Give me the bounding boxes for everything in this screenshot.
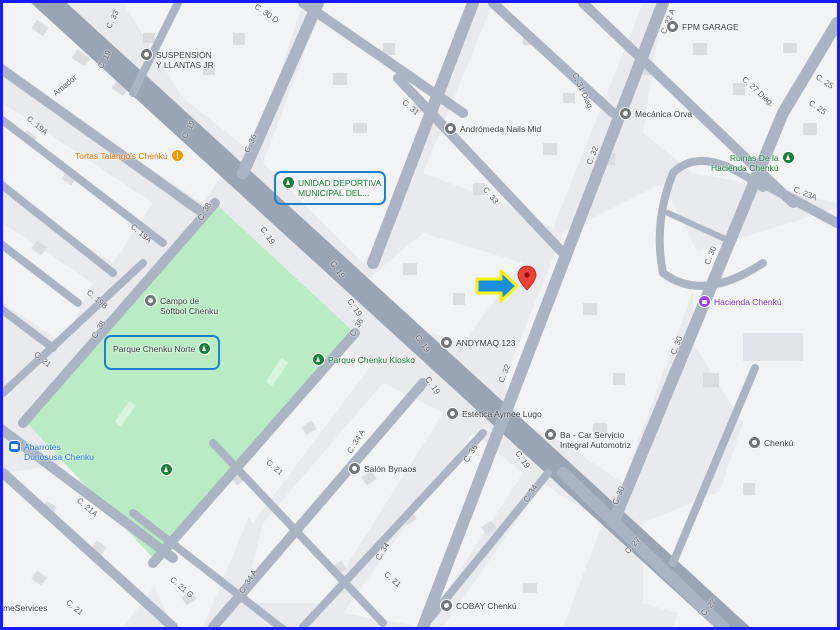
pin-icon (545, 429, 556, 440)
poi-label: ANDYMAQ 123 (456, 338, 516, 348)
poi-andromeda-nails[interactable]: Andrómeda Nails Mid (445, 123, 542, 134)
poi-ba-car-servicio[interactable]: Ba - Car Servicio Integral Automotriz (545, 429, 631, 450)
pin-icon (145, 295, 156, 306)
pin-icon (349, 463, 360, 474)
poi-services[interactable]: meServices (3, 603, 47, 613)
poi-abarrotes-dunosusa[interactable]: Abarrotes Dunosusa Chenku (9, 441, 94, 462)
hotel-icon (699, 296, 710, 307)
poi-label: COBAY Chenkú (456, 601, 517, 611)
poi-label: Mecánica Orva (635, 109, 693, 119)
poi-park-marker[interactable] (161, 464, 172, 475)
pin-icon (445, 123, 456, 134)
poi-label: meServices (3, 603, 48, 613)
park-icon (313, 354, 324, 365)
poi-label: Estética Aymee Lugo (462, 409, 542, 419)
map-frame[interactable]: C. 19 C. 19 C. 19 C. 19 C. 19 C. 19 C. 1… (0, 0, 840, 630)
poi-parque-chenku-kiosko[interactable]: Parque Chenku Kiosko (313, 354, 415, 365)
poi-campo-softbol[interactable]: Campo de Softbol Chenku (145, 295, 219, 316)
restaurant-icon (171, 150, 183, 161)
poi-cobay-chenku[interactable]: COBAY Chenkú (441, 600, 517, 611)
poi-label: Campo de Softbol Chenku (160, 296, 219, 316)
poi-label: FPM GARAGE (682, 22, 739, 32)
poi-andymaq[interactable]: ANDYMAQ 123 (441, 337, 516, 348)
pin-icon (447, 408, 458, 419)
poi-label: Ruinas De la Hacienda Chenkú (711, 153, 779, 173)
park-icon (161, 464, 172, 475)
poi-label: Salón Bynaos (364, 464, 417, 474)
poi-label: Chenkú (764, 438, 794, 448)
poi-tortas-talangos[interactable]: Tortas Talango's Chenkú (75, 150, 183, 161)
highlight-parque-chenku-norte (104, 335, 220, 370)
poi-label: Tortas Talango's Chenkú (75, 151, 168, 161)
pin-icon (141, 49, 152, 60)
pin-icon (441, 337, 452, 348)
park-icon (782, 152, 794, 163)
pin-icon (749, 437, 760, 448)
pin-icon (441, 600, 452, 611)
shop-icon (9, 441, 20, 452)
poi-estetica-aymee[interactable]: Estética Aymee Lugo (447, 408, 542, 419)
poi-label: Ba - Car Servicio Integral Automotriz (560, 430, 631, 450)
pin-icon (620, 108, 631, 119)
map-canvas[interactable] (3, 3, 837, 627)
poi-label: Abarrotes Dunosusa Chenku (24, 442, 94, 462)
pin-icon (667, 21, 678, 32)
poi-ruinas-hacienda[interactable]: Ruinas De la Hacienda Chenkú (711, 152, 794, 173)
poi-chenku[interactable]: Chenkú (749, 437, 794, 448)
poi-mecanica-orva[interactable]: Mecánica Orva (620, 108, 693, 119)
poi-label: Parque Chenku Kiosko (328, 355, 415, 365)
poi-label: SUSPENSION Y LLANTAS JR (156, 50, 214, 70)
poi-salon-bynaos[interactable]: Salón Bynaos (349, 463, 417, 474)
poi-label: Hacienda Chenkú (714, 297, 782, 307)
poi-label: Andrómeda Nails Mid (460, 124, 542, 134)
poi-hacienda-chenku[interactable]: Hacienda Chenkú (699, 296, 782, 307)
poi-fpm-garage[interactable]: FPM GARAGE (667, 21, 739, 32)
poi-suspension-llantas[interactable]: SUSPENSION Y LLANTAS JR (141, 49, 214, 70)
highlight-unidad-deportiva (274, 171, 386, 205)
